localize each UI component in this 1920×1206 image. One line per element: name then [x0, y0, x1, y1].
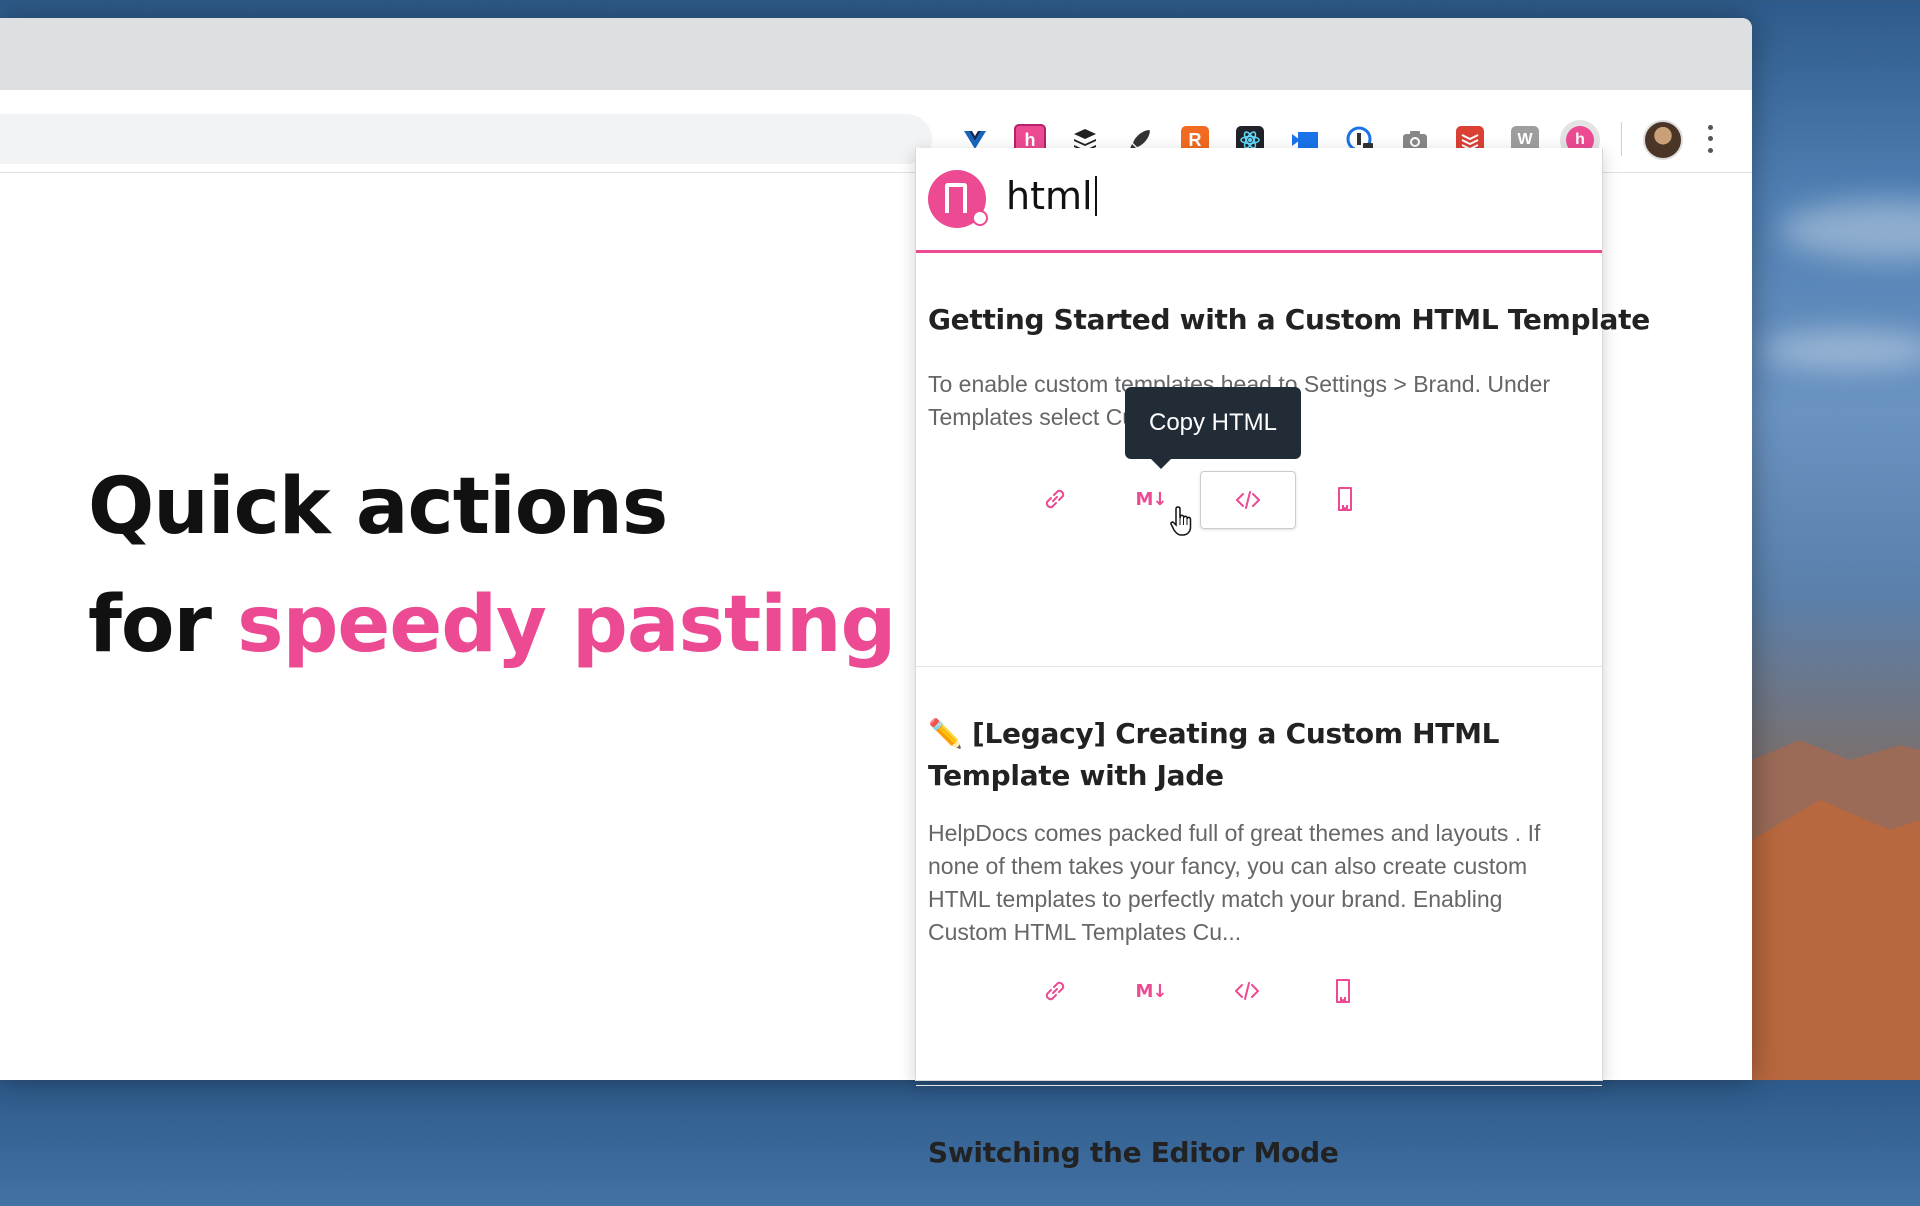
- hero-line-2-prefix: for: [88, 580, 238, 670]
- copy-markdown-button[interactable]: M↓: [1104, 963, 1198, 1019]
- hero-line-2: for speedy pasting: [88, 566, 896, 684]
- tab-strip: [0, 18, 1752, 90]
- copy-link-button[interactable]: [1008, 963, 1102, 1019]
- code-icon: [1235, 982, 1259, 1000]
- hero-heading: Quick actions for speedy pasting: [88, 448, 896, 684]
- helpdocs-logo: [928, 170, 988, 228]
- copy-link-button[interactable]: [1008, 471, 1102, 527]
- copy-html-tooltip: Copy HTML: [1125, 387, 1301, 469]
- result-actions: M↓: [1008, 963, 1392, 1019]
- browser-menu-icon[interactable]: [1706, 122, 1714, 156]
- result-item[interactable]: ✏️ [Legacy] Creating a Custom HTML Templ…: [916, 667, 1602, 1086]
- copy-html-button[interactable]: [1200, 471, 1296, 529]
- article-icon: [1336, 979, 1350, 1003]
- markdown-icon: M↓: [1135, 980, 1168, 1002]
- popup-header: html: [916, 148, 1602, 253]
- code-icon: [1236, 491, 1260, 509]
- result-actions: M↓: [1008, 471, 1394, 529]
- link-icon: [1045, 981, 1065, 1001]
- result-description: HelpDocs comes packed full of great them…: [928, 820, 1541, 945]
- result-item[interactable]: Switching the Editor Mode: [916, 1086, 1602, 1206]
- result-title[interactable]: Switching the Editor Mode: [928, 1132, 1339, 1174]
- helpdocs-popup: html Getting Started with a Custom HTML …: [915, 148, 1650, 1169]
- search-value: html: [1006, 174, 1093, 218]
- address-bar[interactable]: [0, 114, 932, 164]
- text-caret: [1094, 176, 1097, 216]
- result-title[interactable]: Getting Started with a Custom HTML Templ…: [928, 299, 1650, 341]
- profile-avatar[interactable]: [1643, 120, 1683, 160]
- article-icon: [1338, 487, 1352, 511]
- result-title[interactable]: ✏️ [Legacy] Creating a Custom HTML Templ…: [928, 713, 1588, 797]
- hand-cursor-icon: [1170, 506, 1192, 536]
- open-article-button[interactable]: [1296, 963, 1390, 1019]
- markdown-icon: M↓: [1135, 488, 1168, 510]
- copy-html-button[interactable]: [1200, 963, 1294, 1019]
- hero-highlight: speedy pasting: [237, 580, 896, 670]
- link-icon: [1045, 489, 1065, 509]
- open-article-button[interactable]: [1298, 471, 1392, 527]
- toolbar-separator: [1621, 122, 1622, 156]
- hero-line-1: Quick actions: [88, 462, 668, 552]
- search-input[interactable]: html: [1006, 174, 1097, 218]
- result-item[interactable]: Getting Started with a Custom HTML Templ…: [916, 253, 1650, 667]
